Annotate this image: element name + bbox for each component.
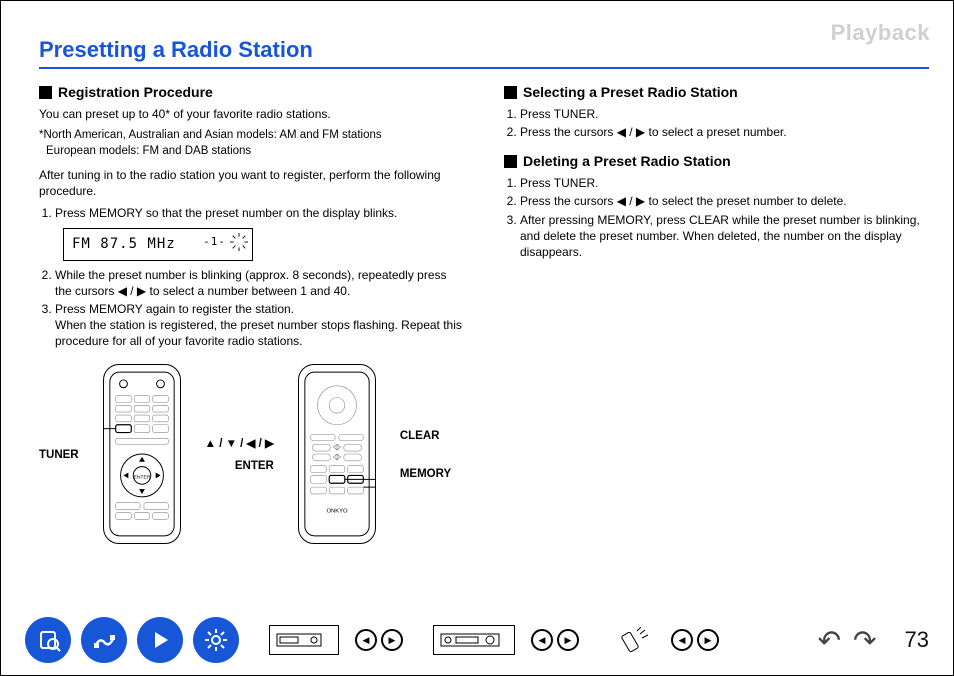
footer-bar: ◀ ▶ ◀ ▶ ◀ ▶ ↶ ↷ 73 (1, 609, 953, 675)
reg-step-2: While the preset number is blinking (app… (55, 267, 464, 299)
title-divider (39, 67, 929, 69)
device-1-next[interactable]: ▶ (381, 629, 403, 651)
square-bullet-icon (504, 155, 517, 168)
sel-step-1: Press TUNER. (520, 106, 929, 122)
reg-step-1: Press MEMORY so that the preset number o… (55, 205, 464, 221)
page-title: Presetting a Radio Station (39, 37, 953, 63)
forward-button[interactable]: ↷ (853, 624, 876, 657)
display-text: FM 87.5 MHz (72, 236, 176, 252)
display-preset: -1- (203, 235, 226, 250)
note-na: *North American, Australian and Asian mo… (39, 128, 464, 144)
section-header: Playback (831, 20, 930, 46)
square-bullet-icon (504, 86, 517, 99)
device-2 (433, 625, 515, 655)
selecting-heading-text: Selecting a Preset Radio Station (523, 83, 738, 102)
cursor-label: ▲ / ▼ / ◀ / ▶ (205, 437, 274, 453)
registration-heading-text: Registration Procedure (58, 83, 213, 102)
right-column: Selecting a Preset Radio Station Press T… (504, 77, 929, 548)
enter-label: ENTER (235, 459, 274, 475)
back-button[interactable]: ↶ (818, 624, 841, 657)
memory-label: MEMORY (400, 467, 451, 483)
after-tune-text: After tuning in to the radio station you… (39, 167, 464, 199)
remote-diagram: TUNER (39, 364, 464, 548)
reg-step-3b-text: When the station is registered, the pres… (55, 318, 462, 348)
page-number: 73 (905, 627, 929, 653)
manual-icon[interactable] (25, 617, 71, 663)
reg-step-3: Press MEMORY again to register the stati… (55, 301, 464, 350)
display-panel: FM 87.5 MHz -1- (63, 228, 253, 261)
deleting-heading: Deleting a Preset Radio Station (504, 152, 929, 171)
device-1 (269, 625, 339, 655)
tuner-label: TUNER (39, 448, 79, 464)
reg-step-3-text: Press MEMORY again to register the stati… (55, 302, 294, 316)
svg-text:ENTER: ENTER (133, 474, 150, 480)
settings-icon[interactable] (193, 617, 239, 663)
svg-text:ONKYO: ONKYO (326, 508, 348, 514)
blink-icon (230, 233, 248, 251)
intro-text: You can preset up to 40* of your favorit… (39, 106, 464, 122)
clear-label: CLEAR (400, 429, 451, 445)
remote-prev[interactable]: ◀ (671, 629, 693, 651)
remote-right-image: ONKYO (298, 364, 376, 548)
registration-heading: Registration Procedure (39, 83, 464, 102)
left-column: Registration Procedure You can preset up… (39, 77, 464, 548)
sel-step-2: Press the cursors ◀ / ▶ to select a pres… (520, 124, 929, 140)
del-step-3: After pressing MEMORY, press CLEAR while… (520, 212, 929, 261)
play-icon[interactable] (137, 617, 183, 663)
square-bullet-icon (39, 86, 52, 99)
device-2-next[interactable]: ▶ (557, 629, 579, 651)
note-eu: European models: FM and DAB stations (46, 144, 464, 160)
selecting-heading: Selecting a Preset Radio Station (504, 83, 929, 102)
deleting-heading-text: Deleting a Preset Radio Station (523, 152, 731, 171)
remote-left-image: ENTER (103, 364, 181, 548)
del-step-2: Press the cursors ◀ / ▶ to select the pr… (520, 193, 929, 209)
del-step-1: Press TUNER. (520, 175, 929, 191)
connect-icon[interactable] (81, 617, 127, 663)
remote-next[interactable]: ▶ (697, 629, 719, 651)
device-2-prev[interactable]: ◀ (531, 629, 553, 651)
device-1-prev[interactable]: ◀ (355, 629, 377, 651)
remote-icon-footer (609, 625, 655, 655)
